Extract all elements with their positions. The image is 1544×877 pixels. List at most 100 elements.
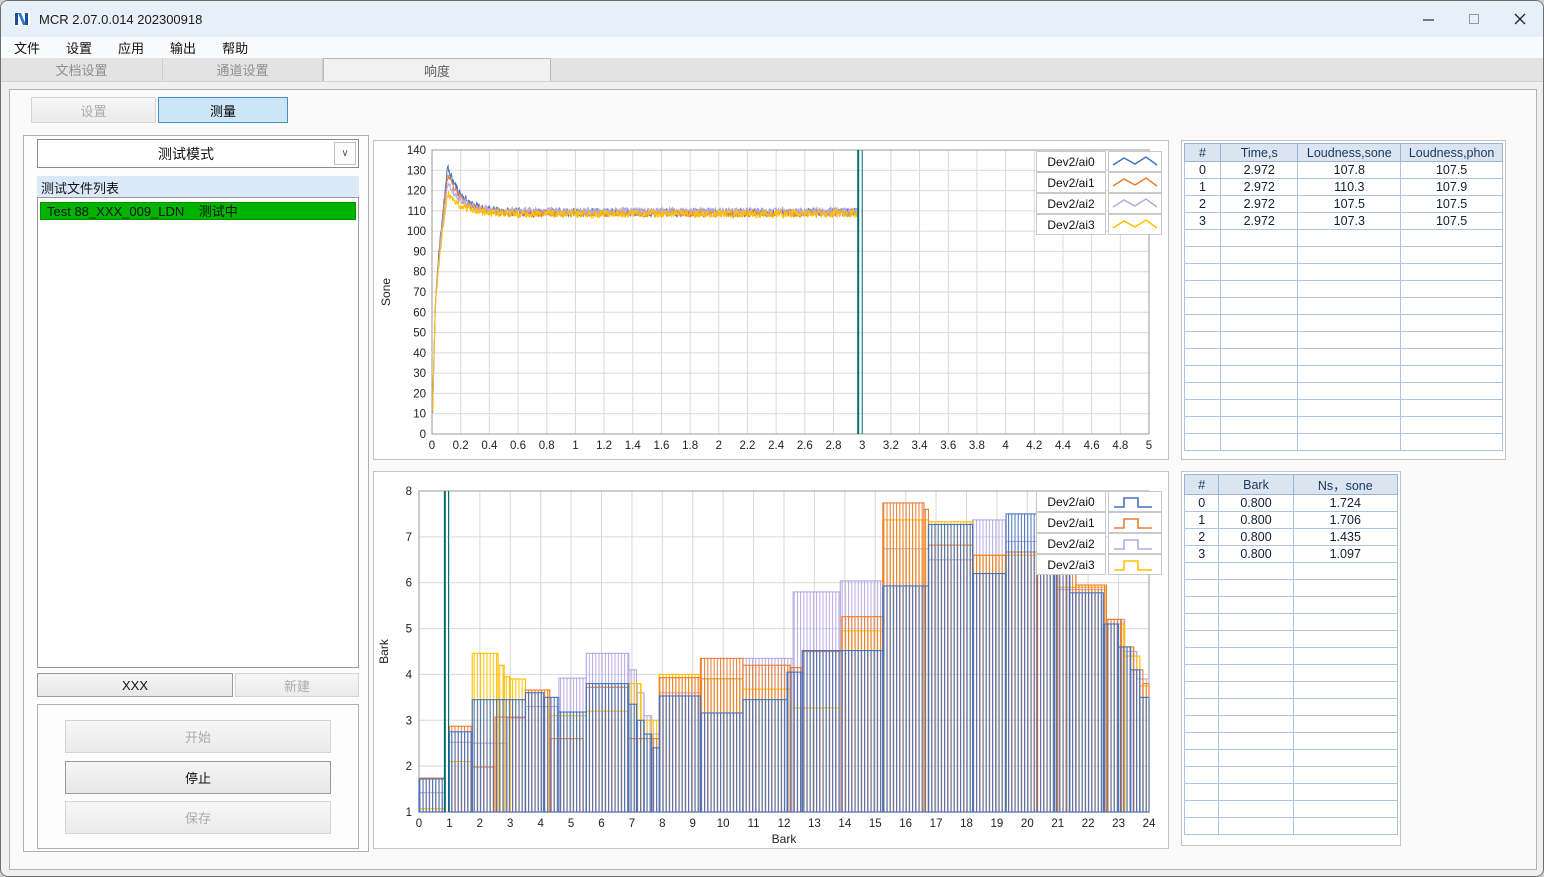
table-cell: [1220, 246, 1299, 264]
minimize-button[interactable]: [1405, 1, 1451, 37]
svg-text:6: 6: [406, 578, 412, 590]
table-cell: 1.097: [1292, 545, 1399, 563]
close-button[interactable]: [1497, 1, 1543, 37]
menu-item-apply[interactable]: 应用: [105, 38, 157, 57]
table-header-row: # Bark Ns，sone: [1183, 474, 1399, 495]
table-cell: [1220, 314, 1299, 332]
svg-text:7: 7: [629, 818, 635, 830]
table-row: 1 2.972 110.3 107.9: [1183, 178, 1503, 196]
tab-document-settings[interactable]: 文档设置: [1, 58, 163, 81]
table-cell: [1183, 817, 1220, 835]
table-cell: [1220, 280, 1299, 298]
table-row: [1183, 766, 1399, 784]
maximize-button[interactable]: [1451, 1, 1497, 37]
table-cell: 2: [1183, 195, 1222, 213]
table-cell: 1.706: [1292, 511, 1399, 529]
table-cell: [1183, 647, 1220, 665]
table-cell: [1297, 280, 1402, 298]
menu-item-file[interactable]: 文件: [1, 38, 53, 57]
table-cell: [1183, 263, 1222, 281]
table-cell: [1183, 800, 1220, 818]
loudness-time-chart-panel: 0 10 20 30 40 50 60 70 80 90 100 110 120 130 140 0 0.2 0.…: [373, 140, 1169, 469]
table-cell: [1218, 783, 1294, 801]
new-button[interactable]: 新建: [235, 673, 359, 697]
table-row: [1183, 382, 1503, 400]
table-cell: 0.800: [1218, 528, 1294, 546]
window-title: MCR 2.07.0.014 202300918: [39, 11, 203, 27]
table-cell: [1183, 433, 1222, 451]
table-row: [1183, 630, 1399, 648]
svg-text:3.8: 3.8: [969, 440, 985, 452]
table-cell: [1183, 416, 1222, 434]
list-item[interactable]: Test 88_XXX_009_LDN 测试中: [40, 202, 356, 220]
table-cell: 2.972: [1220, 195, 1299, 213]
table-cell: 110.3: [1297, 178, 1402, 196]
table-cell: 107.8: [1297, 161, 1402, 179]
table-row: [1183, 664, 1399, 682]
svg-text:3: 3: [859, 440, 865, 452]
table-row: [1183, 297, 1503, 315]
svg-text:11: 11: [748, 818, 760, 830]
svg-text:2.8: 2.8: [826, 440, 842, 452]
tab-loudness[interactable]: 响度: [323, 58, 551, 81]
table-cell: [1292, 715, 1399, 733]
table-cell: 0.800: [1218, 545, 1294, 563]
svg-text:20: 20: [1021, 818, 1034, 830]
table-cell: [1297, 331, 1402, 349]
svg-text:1.4: 1.4: [625, 440, 642, 452]
table-cell: [1292, 766, 1399, 784]
column-header: Loudness,sone: [1297, 143, 1402, 162]
svg-text:130: 130: [407, 165, 426, 177]
test-file-list-header: 测试文件列表: [37, 176, 359, 197]
table-cell: 107.3: [1297, 212, 1402, 230]
table-row: [1183, 562, 1399, 580]
table-cell: [1220, 297, 1299, 315]
svg-text:80: 80: [413, 267, 426, 279]
table-cell: [1297, 433, 1402, 451]
svg-text:4.4: 4.4: [1055, 440, 1072, 452]
specific-loudness-chart-panel: 1 2 3 4 5 6 7 8 0 1 2 3 4 5 6 7 8 9 10 11 12 13 14 15 16 17 18 19 20…: [373, 471, 1169, 849]
legend-item: Dev2/ai0: [1036, 491, 1162, 512]
svg-text:120: 120: [407, 186, 426, 198]
close-icon: [1514, 13, 1526, 25]
measure-subtab-button[interactable]: 测量: [158, 97, 288, 123]
chevron-down-icon[interactable]: ∨: [334, 142, 356, 165]
menu-item-settings[interactable]: 设置: [53, 38, 105, 57]
svg-text:1: 1: [406, 807, 412, 819]
table-cell: [1183, 596, 1220, 614]
svg-text:4.8: 4.8: [1112, 440, 1128, 452]
settings-subtab-button[interactable]: 设置: [31, 97, 156, 123]
svg-text:2: 2: [716, 440, 722, 452]
table-cell: [1183, 698, 1220, 716]
svg-text:0: 0: [416, 818, 422, 830]
table-cell: [1297, 314, 1402, 332]
table-cell: [1220, 229, 1299, 247]
table-cell: [1400, 314, 1503, 332]
table-cell: [1183, 579, 1220, 597]
svg-text:3.6: 3.6: [940, 440, 956, 452]
table-cell: [1400, 229, 1503, 247]
table-cell: [1183, 382, 1222, 400]
svg-text:10: 10: [413, 409, 426, 421]
start-button[interactable]: 开始: [65, 720, 331, 753]
table-cell: [1400, 246, 1503, 264]
stop-button[interactable]: 停止: [65, 761, 331, 794]
table-cell: [1400, 399, 1503, 417]
svg-text:1.2: 1.2: [596, 440, 612, 452]
table-cell: [1183, 613, 1220, 631]
legend-item: Dev2/ai2: [1036, 193, 1162, 214]
test-mode-select[interactable]: 测试模式 ∨: [37, 139, 359, 168]
table-cell: [1292, 698, 1399, 716]
test-file-listbox[interactable]: Test 88_XXX_009_LDN 测试中: [37, 197, 359, 668]
table-cell: [1183, 314, 1222, 332]
tab-channel-settings[interactable]: 通道设置: [163, 58, 323, 81]
table-cell: 0: [1183, 494, 1220, 512]
xxx-button[interactable]: XXX: [37, 673, 233, 697]
svg-text:3: 3: [406, 715, 412, 727]
save-button[interactable]: 保存: [65, 801, 331, 834]
menu-item-output[interactable]: 输出: [157, 38, 209, 57]
menu-item-help[interactable]: 帮助: [209, 38, 261, 57]
svg-text:6: 6: [598, 818, 604, 830]
table-cell: [1400, 365, 1503, 383]
table-row: 3 0.800 1.097: [1183, 545, 1399, 563]
